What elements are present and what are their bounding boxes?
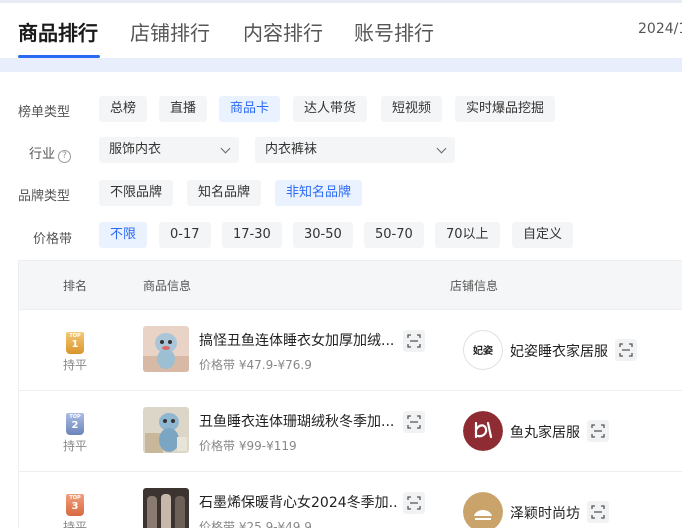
shop-logo[interactable]	[463, 411, 503, 451]
product-title[interactable]: 搞怪丑鱼连体睡衣女加厚加绒...	[199, 330, 399, 350]
scan-icon[interactable]	[587, 501, 609, 523]
price-range-17-30[interactable]: 17-30	[222, 222, 282, 248]
rank-cell: TOP 1 持平	[63, 332, 87, 373]
chevron-down-icon	[436, 143, 447, 154]
tab-shop-ranking[interactable]: 店铺排行	[130, 17, 210, 46]
tab-product-ranking[interactable]: 商品排行	[18, 17, 98, 46]
tab-account-ranking[interactable]: 账号排行	[354, 17, 434, 46]
rank-change: 持平	[63, 520, 88, 528]
shop-name[interactable]: 妃姿睡衣家居服	[510, 341, 608, 361]
rank-medal-icon: TOP 3	[66, 494, 84, 516]
product-thumbnail[interactable]	[143, 326, 189, 372]
rank-number: 1	[71, 339, 79, 350]
product-price: 价格带 ¥25.9-¥49.9	[199, 518, 312, 528]
table-header: 排名 商品信息 店铺信息	[19, 261, 682, 309]
price-value: ¥25.9-¥49.9	[238, 520, 312, 528]
scan-icon[interactable]	[587, 420, 609, 442]
shop-logo-text: 妃姿	[473, 346, 493, 357]
product-price: 价格带 ¥47.9-¥76.9	[199, 356, 312, 373]
product-thumbnail[interactable]	[143, 407, 189, 453]
industry-label: 行业?	[29, 143, 72, 163]
price-value: ¥99-¥119	[238, 439, 297, 453]
brand-type-famous[interactable]: 知名品牌	[187, 180, 262, 206]
list-type-realtime-hot[interactable]: 实时爆品挖掘	[455, 96, 556, 122]
table-row[interactable]: TOP 1 持平 搞怪丑鱼连体睡衣女加厚加绒... 价格带 ¥47.9-¥76.…	[19, 309, 682, 390]
section-divider	[0, 58, 682, 72]
product-title[interactable]: 丑鱼睡衣连体珊瑚绒秋冬季加...	[199, 411, 399, 431]
brand-type-any[interactable]: 不限品牌	[99, 180, 174, 206]
list-type-label: 榜单类型	[18, 105, 71, 120]
product-thumbnail[interactable]	[143, 488, 189, 528]
header-shop-info: 店铺信息	[450, 279, 499, 293]
brand-type-label: 品牌类型	[18, 189, 71, 204]
price-range-50-70[interactable]: 50-70	[364, 222, 424, 248]
price-range-any[interactable]: 不限	[99, 222, 148, 248]
shop-logo[interactable]	[463, 492, 503, 528]
price-label: 价格带	[199, 358, 236, 372]
price-label: 价格带	[199, 439, 236, 453]
price-value: ¥47.9-¥76.9	[238, 358, 312, 372]
tab-content-ranking[interactable]: 内容排行	[243, 17, 323, 46]
chevron-down-icon	[220, 143, 231, 154]
industry-secondary-value: 内衣裤袜	[265, 142, 318, 157]
question-circle-icon[interactable]: ?	[58, 150, 72, 163]
shop-name[interactable]: 泽颖时尚坊	[510, 503, 580, 523]
rank-medal-icon: TOP 2	[66, 413, 84, 435]
scan-icon[interactable]	[403, 330, 425, 352]
product-title[interactable]: 石墨烯保暖背心女2024冬季加...	[199, 492, 399, 512]
rank-cell: TOP 2 持平	[63, 413, 87, 454]
product-price: 价格带 ¥99-¥119	[199, 437, 297, 454]
rank-number: 2	[71, 420, 79, 431]
price-range-label: 价格带	[33, 232, 73, 247]
shop-logo[interactable]: 妃姿	[463, 330, 503, 370]
scan-icon[interactable]	[403, 492, 425, 514]
ranking-table: 排名 商品信息 店铺信息 TOP 1 持平 搞怪丑鱼连体睡衣女加厚加绒... 价…	[18, 260, 682, 528]
scan-icon[interactable]	[403, 411, 425, 433]
price-range-70-plus[interactable]: 70以上	[435, 222, 500, 248]
scan-icon[interactable]	[615, 339, 637, 361]
price-range-30-50[interactable]: 30-50	[293, 222, 353, 248]
shop-name[interactable]: 鱼丸家居服	[510, 422, 580, 442]
list-type-product-card[interactable]: 商品卡	[219, 96, 281, 122]
brand-type-non-famous[interactable]: 非知名品牌	[275, 180, 363, 206]
industry-secondary-select[interactable]: 内衣裤袜	[255, 137, 455, 163]
rank-medal-icon: TOP 1	[66, 332, 84, 354]
date-range[interactable]: 2024/1	[638, 21, 682, 37]
header-rank: 排名	[63, 279, 88, 293]
industry-primary-value: 服饰内衣	[109, 142, 162, 157]
list-type-live[interactable]: 直播	[159, 96, 208, 122]
list-type-influencer[interactable]: 达人带货	[293, 96, 368, 122]
table-row[interactable]: TOP 2 持平 丑鱼睡衣连体珊瑚绒秋冬季加... 价格带 ¥99-¥119 鱼…	[19, 390, 682, 471]
price-range-0-17[interactable]: 0-17	[159, 222, 211, 248]
price-label: 价格带	[199, 520, 236, 528]
list-type-short-video[interactable]: 短视频	[381, 96, 443, 122]
table-row[interactable]: TOP 3 持平 石墨烯保暖背心女2024冬季加... 价格带 ¥25.9-¥4…	[19, 471, 682, 528]
rank-change: 持平	[63, 439, 88, 453]
list-type-total[interactable]: 总榜	[99, 96, 148, 122]
industry-primary-select[interactable]: 服饰内衣	[99, 137, 239, 163]
rank-number: 3	[71, 501, 79, 512]
rank-change: 持平	[63, 358, 88, 372]
header-product-info: 商品信息	[143, 279, 192, 293]
rank-cell: TOP 3 持平	[63, 494, 87, 528]
industry-label-text: 行业	[29, 147, 56, 162]
top-tab-bar: 商品排行 店铺排行 内容排行 账号排行 2024/1	[0, 0, 682, 58]
price-range-custom[interactable]: 自定义	[512, 222, 574, 248]
